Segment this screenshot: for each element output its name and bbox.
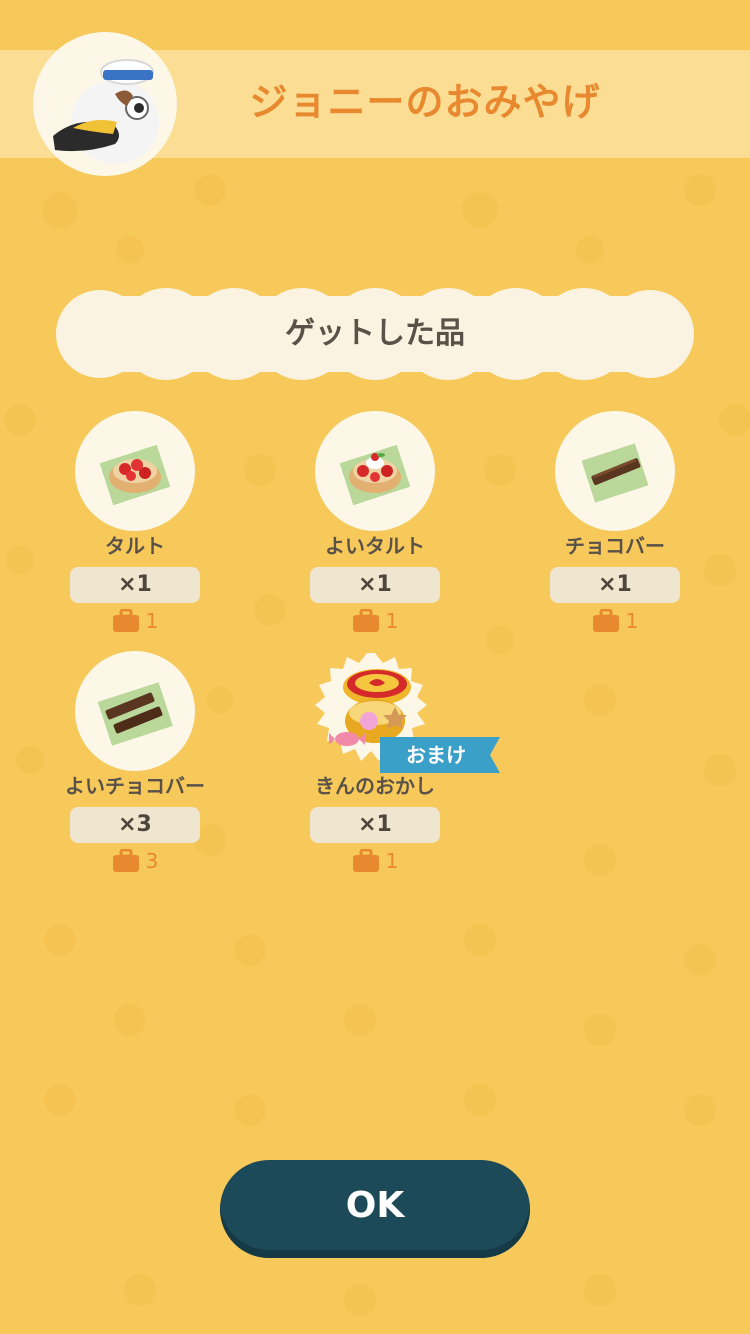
- bonus-label: おまけ: [406, 743, 466, 767]
- ok-button[interactable]: OK: [220, 1160, 530, 1258]
- item-name: チョコバー: [565, 534, 665, 558]
- section-banner: ゲットした品: [54, 288, 696, 380]
- item-quantity: ×1: [310, 567, 440, 603]
- bag-icon: [352, 609, 379, 632]
- item-quantity: ×1: [70, 567, 200, 603]
- bag-count: 1: [625, 609, 639, 633]
- item-name: きんのおかし: [315, 774, 435, 798]
- bag-icon: [592, 609, 619, 632]
- item-name: よいタルト: [325, 534, 425, 558]
- bag-count-row: 1: [255, 609, 495, 639]
- item-chocolate-bar[interactable]: チョコバー ×1 1: [495, 411, 735, 641]
- pelican-sailor-avatar-icon: [33, 32, 177, 176]
- item-quantity: ×3: [70, 807, 200, 843]
- bag-count-row: 3: [15, 849, 255, 879]
- bag-icon: [352, 849, 379, 872]
- item-good-chocolate-bar[interactable]: よいチョコバー ×3 3: [15, 651, 255, 881]
- bag-count: 1: [385, 609, 399, 633]
- item-name: タルト: [105, 534, 165, 558]
- bag-count-row: 1: [15, 609, 255, 639]
- bag-icon: [112, 609, 139, 632]
- bag-count: 1: [385, 849, 399, 873]
- bag-count-row: 1: [495, 609, 735, 639]
- bag-count-row: 1: [255, 849, 495, 879]
- bag-icon: [112, 849, 139, 872]
- section-title: ゲットした品: [285, 316, 465, 351]
- item-good-tart[interactable]: よいタルト ×1 1: [255, 411, 495, 641]
- chocolate-bar-icon: [555, 411, 675, 531]
- bonus-tag: おまけ: [380, 737, 500, 773]
- bag-count: 3: [145, 849, 159, 873]
- item-tart[interactable]: タルト ×1 1: [15, 411, 255, 641]
- item-quantity: ×1: [550, 567, 680, 603]
- bag-count: 1: [145, 609, 159, 633]
- good-chocolate-bar-icon: [75, 651, 195, 771]
- tart-icon: [75, 411, 195, 531]
- good-tart-icon: [315, 411, 435, 531]
- page-title: ジョニーのおみやげ: [249, 80, 601, 124]
- item-name: よいチョコバー: [65, 774, 205, 798]
- item-quantity: ×1: [310, 807, 440, 843]
